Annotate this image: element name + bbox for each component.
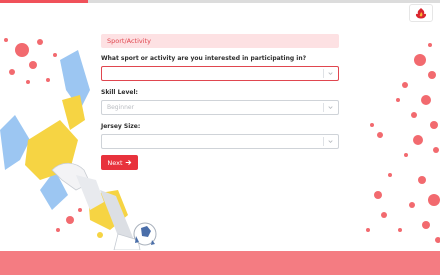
select-divider bbox=[323, 69, 324, 78]
soccer-ball-icon bbox=[133, 222, 157, 246]
next-button-label: Next bbox=[107, 158, 123, 167]
chevron-down-icon bbox=[328, 140, 333, 144]
sport-select[interactable] bbox=[101, 66, 339, 81]
chevron-down-icon bbox=[328, 106, 333, 110]
paint-splash-decoration bbox=[366, 43, 440, 243]
jersey-size-select[interactable] bbox=[101, 134, 339, 149]
registration-form: Sport/Activity What sport or activity ar… bbox=[101, 34, 339, 149]
skill-level-label: Skill Level: bbox=[101, 89, 138, 96]
progress-bar-fill bbox=[0, 0, 88, 3]
select-divider bbox=[323, 137, 324, 146]
next-button[interactable]: Next bbox=[101, 155, 138, 170]
brand-logo bbox=[409, 4, 433, 22]
sport-question-label: What sport or activity are you intereste… bbox=[101, 55, 307, 62]
skill-level-select[interactable]: Beginner bbox=[101, 100, 339, 115]
section-title: Sport/Activity bbox=[101, 34, 339, 48]
jersey-size-label: Jersey Size: bbox=[101, 123, 141, 130]
chevron-down-icon bbox=[328, 72, 333, 76]
progress-bar bbox=[0, 0, 440, 3]
select-divider bbox=[323, 103, 324, 112]
skill-level-value: Beginner bbox=[107, 104, 135, 111]
footer-band bbox=[0, 251, 440, 275]
arrow-right-icon bbox=[125, 160, 131, 165]
flame-emblem-icon bbox=[415, 7, 427, 18]
